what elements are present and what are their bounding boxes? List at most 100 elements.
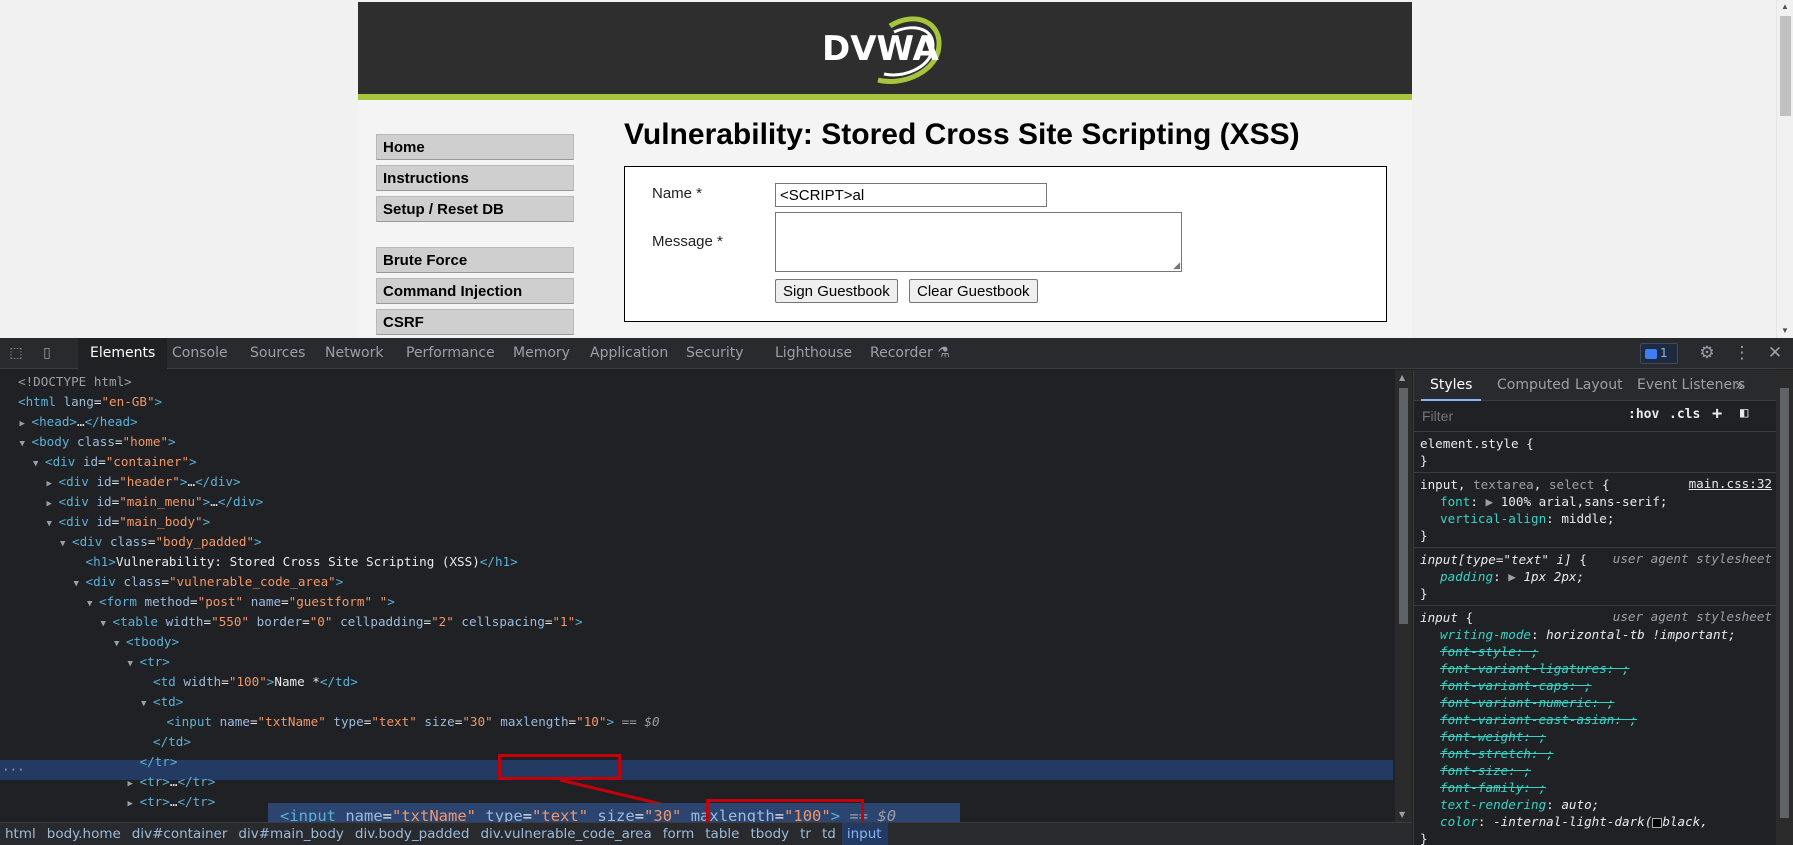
breadcrumb-item[interactable]: body.home <box>42 823 127 845</box>
rule-source-link[interactable]: main.css:32 <box>1689 476 1772 491</box>
collapse-triangle-icon[interactable]: ▼ <box>128 654 140 674</box>
name-input[interactable] <box>775 183 1047 207</box>
dom-node-line[interactable]: <h1>Vulnerability: Stored Cross Site Scr… <box>74 552 518 572</box>
tab-sources[interactable]: Sources <box>238 338 317 369</box>
styles-filter-input[interactable] <box>1418 405 1614 427</box>
rule-selector[interactable]: element.style { <box>1420 435 1770 452</box>
style-declaration[interactable]: font-family: ; <box>1420 779 1770 796</box>
menu-item-instructions[interactable]: Instructions <box>376 165 574 191</box>
clear-guestbook-button[interactable]: Clear Guestbook <box>909 279 1038 303</box>
breadcrumb-item[interactable]: table <box>700 823 745 845</box>
breadcrumb-item[interactable]: div.vulnerable_code_area <box>475 823 657 845</box>
dom-node-line[interactable]: ▼ <tbody> <box>114 632 179 652</box>
breadcrumb-item[interactable]: html <box>0 823 42 845</box>
menu-item-setup-reset-db[interactable]: Setup / Reset DB <box>376 196 574 222</box>
collapse-triangle-icon[interactable]: ▼ <box>87 594 99 614</box>
device-toolbar-icon[interactable]: ▯ <box>38 345 56 361</box>
collapse-triangle-icon[interactable]: ▼ <box>101 614 113 634</box>
styles-tab-styles[interactable]: Styles <box>1421 370 1482 401</box>
more-options-icon[interactable]: ⋮ <box>1733 345 1751 362</box>
style-declaration[interactable]: font-variant-numeric: ; <box>1420 694 1770 711</box>
styles-scroll-thumb[interactable] <box>1780 388 1789 818</box>
dom-node-line[interactable]: ▶ <tr>…</tr> <box>128 772 216 792</box>
scroll-down-icon[interactable]: ▼ <box>1399 810 1405 819</box>
styles-tab-event-listeners[interactable]: Event Listeners <box>1628 370 1754 401</box>
scroll-up-icon[interactable]: ▲ <box>1399 373 1405 382</box>
style-declaration[interactable]: font-weight: ; <box>1420 728 1770 745</box>
collapse-triangle-icon[interactable]: ▼ <box>20 434 32 454</box>
breadcrumb-item[interactable]: tbody <box>745 823 795 845</box>
tab-memory[interactable]: Memory <box>501 338 582 369</box>
close-devtools-icon[interactable]: ✕ <box>1766 345 1784 362</box>
styles-tab-layout[interactable]: Layout <box>1566 370 1632 401</box>
breadcrumb-item[interactable]: td <box>817 823 842 845</box>
elements-scroll-thumb[interactable] <box>1399 388 1408 624</box>
new-rule-icon[interactable]: + <box>1712 404 1722 424</box>
dom-node-line[interactable]: <!DOCTYPE html> <box>6 372 132 392</box>
menu-item-brute-force[interactable]: Brute Force <box>376 247 574 273</box>
tab-console[interactable]: Console <box>160 338 240 369</box>
page-scrollbar[interactable]: ▲ ▼ <box>1776 0 1793 338</box>
breadcrumb-item[interactable]: div#main_body <box>233 823 350 845</box>
collapse-triangle-icon[interactable]: ▼ <box>47 514 59 534</box>
dom-node-line[interactable]: ▼ <div id="container"> <box>33 452 197 472</box>
style-declaration[interactable]: font-stretch: ; <box>1420 745 1770 762</box>
scroll-down-icon[interactable]: ▼ <box>1781 327 1789 335</box>
message-textarea[interactable]: ◢ <box>775 212 1182 272</box>
tab-performance[interactable]: Performance <box>394 338 507 369</box>
breadcrumb-item[interactable]: form <box>658 823 700 845</box>
style-declaration[interactable]: font-size: ; <box>1420 762 1770 779</box>
dom-node-line[interactable]: ▶ <tr>…</tr> <box>128 792 216 812</box>
dom-node-line[interactable]: ▼ <div class="body_padded"> <box>60 532 262 552</box>
expand-triangle-icon[interactable]: ▶ <box>47 494 59 514</box>
dom-node-line[interactable]: ▼ <tr> <box>128 652 170 672</box>
dom-node-line[interactable]: <html lang="en-GB"> <box>6 392 162 412</box>
collapse-triangle-icon[interactable]: ▼ <box>114 634 126 654</box>
style-declaration[interactable]: color: -internal-light-dark(black, <box>1420 813 1770 830</box>
style-declaration[interactable]: text-rendering: auto; <box>1420 796 1770 813</box>
dom-node-line[interactable]: </tr> <box>128 752 178 772</box>
style-declaration[interactable]: font-variant-east-asian: ; <box>1420 711 1770 728</box>
style-declaration[interactable]: font: ▶ 100% arial,sans-serif; <box>1420 493 1770 510</box>
collapse-triangle-icon[interactable]: ▼ <box>141 694 153 714</box>
tab-application[interactable]: Application <box>578 338 680 369</box>
dom-node-line[interactable]: <input name="txtName" type="text" size="… <box>155 712 660 732</box>
issues-badge[interactable]: 1 <box>1640 343 1678 364</box>
breadcrumb-item[interactable]: tr <box>795 823 817 845</box>
expand-triangle-icon[interactable]: ▶ <box>20 414 32 434</box>
collapse-triangle-icon[interactable]: ▼ <box>74 574 86 594</box>
expand-triangle-icon[interactable]: ▶ <box>47 474 59 494</box>
style-declaration[interactable]: font-style: ; <box>1420 643 1770 660</box>
elements-scrollbar[interactable]: ▲ ▼ <box>1395 370 1412 822</box>
collapse-triangle-icon[interactable]: ▼ <box>60 534 72 554</box>
styles-scrollbar[interactable] <box>1776 370 1793 845</box>
tab-security[interactable]: Security <box>674 338 756 369</box>
node-ellipsis-icon[interactable]: ··· <box>2 760 25 780</box>
dom-node-line[interactable]: ▶ <head>…</head> <box>20 412 138 432</box>
tab-lighthouse[interactable]: Lighthouse <box>763 338 864 369</box>
dom-node-line[interactable]: ▼ <div id="main_body"> <box>47 512 211 532</box>
resize-grip-icon[interactable]: ◢ <box>1173 261 1180 270</box>
dom-node-line[interactable]: ▶ <div id="header">…</div> <box>47 472 241 492</box>
style-declaration[interactable]: writing-mode: horizontal-tb !important; <box>1420 626 1770 643</box>
dom-node-line[interactable]: ▼ <td> <box>141 692 183 712</box>
dom-node-line[interactable]: ▼ <body class="home"> <box>20 432 176 452</box>
menu-item-home[interactable]: Home <box>376 134 574 160</box>
scroll-up-icon[interactable]: ▲ <box>1781 3 1789 11</box>
tab-network[interactable]: Network <box>313 338 395 369</box>
style-declaration[interactable]: vertical-align: middle; <box>1420 510 1770 527</box>
inspect-element-icon[interactable]: ⬚ <box>7 345 25 361</box>
dom-node-line[interactable]: </td> <box>141 732 191 752</box>
tab-recorder[interactable]: Recorder ⚗ <box>858 338 962 369</box>
breadcrumb-item[interactable]: div#container <box>127 823 234 845</box>
dom-node-line[interactable]: ▶ <div id="main_menu">…</div> <box>47 492 264 512</box>
sign-guestbook-button[interactable]: Sign Guestbook <box>775 279 898 303</box>
dom-node-line[interactable]: ▼ <div class="vulnerable_code_area"> <box>74 572 344 592</box>
breadcrumb-item[interactable]: div.body_padded <box>350 823 476 845</box>
style-declaration[interactable]: font-variant-caps: ; <box>1420 677 1770 694</box>
style-declaration[interactable]: font-variant-ligatures: ; <box>1420 660 1770 677</box>
breadcrumb-item[interactable]: input <box>841 823 888 845</box>
page-scroll-thumb[interactable] <box>1780 16 1791 116</box>
expand-triangle-icon[interactable]: ▶ <box>128 794 140 814</box>
menu-item-command-injection[interactable]: Command Injection <box>376 278 574 304</box>
